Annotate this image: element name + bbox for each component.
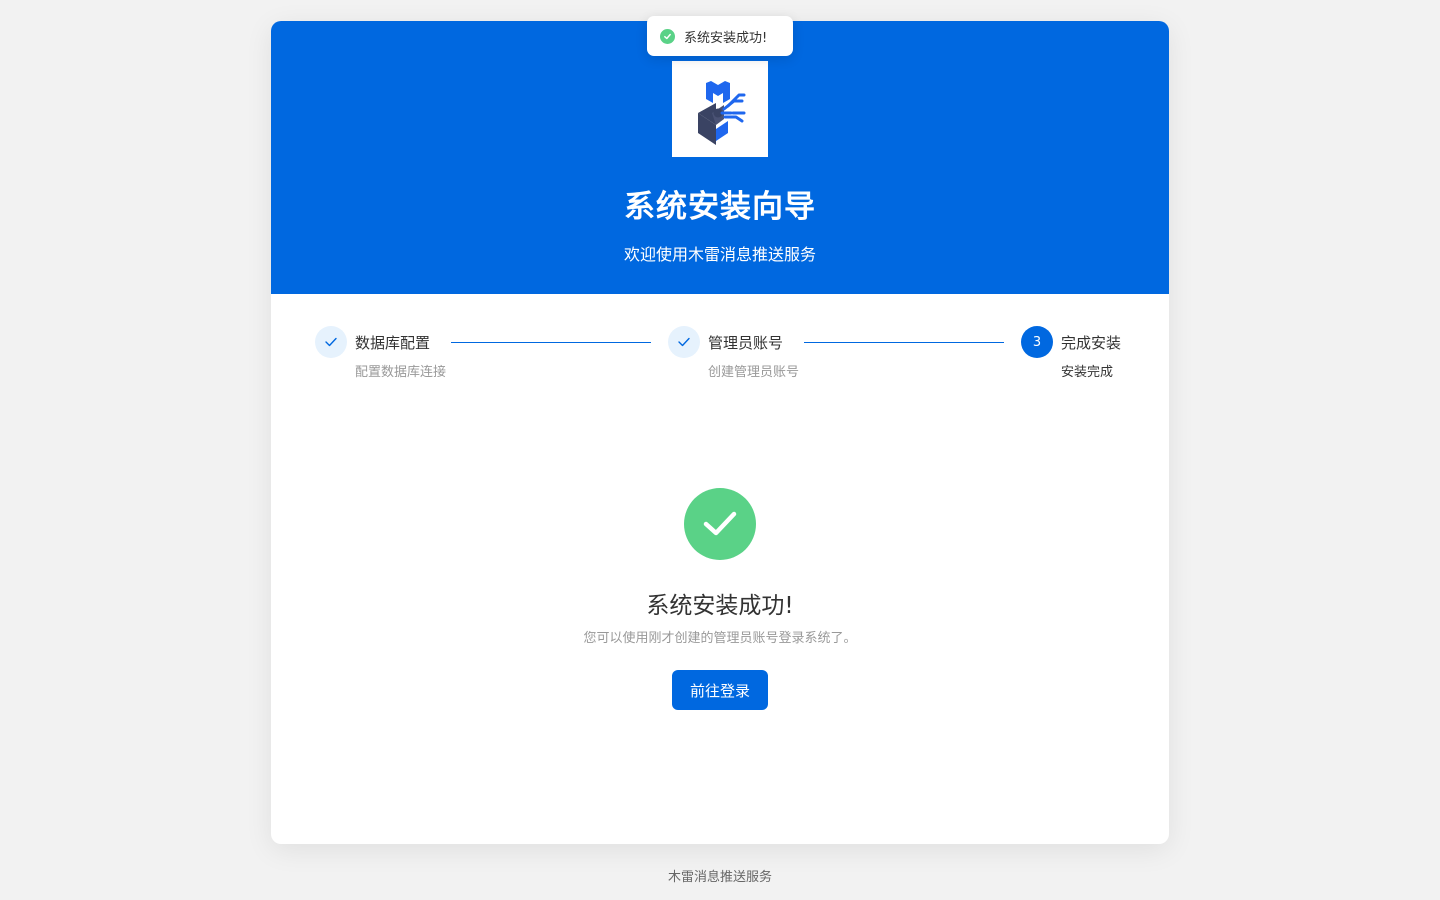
install-wizard-card: 系统安装向导 欢迎使用木雷消息推送服务 数据库配置 配置数据库连接 管理员账号 … <box>271 21 1169 844</box>
step-description: 安装完成 <box>1061 365 1114 380</box>
toast-message: 系统安装成功! <box>684 30 768 46</box>
success-toast: 系统安装成功! <box>647 16 793 56</box>
step-title: 数据库配置 <box>355 334 431 352</box>
step-description: 创建管理员账号 <box>708 365 800 380</box>
go-login-button[interactable]: 前往登录 <box>672 670 768 710</box>
wizard-steps: 数据库配置 配置数据库连接 管理员账号 创建管理员账号 3 完成安装 安装完成 <box>315 326 1125 386</box>
success-check-icon <box>684 488 756 560</box>
step-description: 配置数据库连接 <box>355 365 447 380</box>
page-subtitle: 欢迎使用木雷消息推送服务 <box>623 245 816 264</box>
step-connector <box>451 342 651 343</box>
check-icon <box>668 326 700 358</box>
step-title: 完成安装 <box>1061 334 1122 352</box>
success-description: 您可以使用刚才创建的管理员账号登录系统了。 <box>583 631 857 646</box>
logo <box>672 61 768 157</box>
page-title: 系统安装向导 <box>624 189 816 225</box>
step-number: 3 <box>1021 326 1053 358</box>
success-title: 系统安装成功! <box>646 593 794 619</box>
step-connector <box>804 342 1004 343</box>
check-icon <box>315 326 347 358</box>
wizard-header: 系统安装向导 欢迎使用木雷消息推送服务 <box>271 21 1169 294</box>
step-title: 管理员账号 <box>708 334 784 352</box>
mulei-logo-icon <box>698 81 746 145</box>
footer-text: 木雷消息推送服务 <box>667 870 772 885</box>
check-circle-icon <box>660 28 675 44</box>
